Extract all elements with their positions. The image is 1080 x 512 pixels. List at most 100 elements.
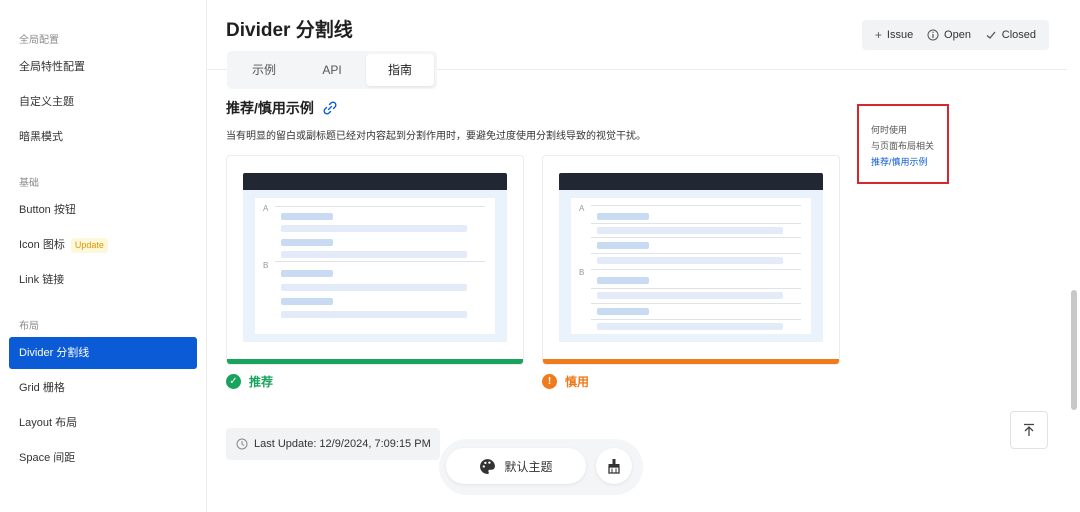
sidebar-group-basic: 基础 — [19, 178, 39, 189]
open-label: Open — [944, 29, 971, 41]
last-update: Last Update: 12/9/2024, 7:09:15 PM — [226, 428, 440, 460]
mock-line — [597, 323, 783, 330]
section-title-text: 推荐/慎用示例 — [226, 100, 314, 116]
issue-button[interactable]: + Issue — [875, 28, 913, 42]
caution-stripe — [543, 359, 839, 364]
mock-divider — [591, 237, 801, 238]
mock-line — [281, 213, 333, 220]
sidebar-item-link[interactable]: Link 链接 — [9, 264, 197, 296]
mock-page-body: A B — [243, 190, 507, 342]
recommend-example-card: A B — [226, 155, 524, 365]
closed-label: Closed — [1001, 29, 1037, 41]
table-of-contents: 何时使用 与页面布局相关 推荐/慎用示例 — [857, 104, 949, 184]
default-theme-button[interactable]: 默认主题 — [446, 448, 586, 484]
open-issues-button[interactable]: Open — [927, 29, 971, 41]
tab-guide[interactable]: 指南 — [366, 54, 434, 86]
issue-bar: + Issue Open Closed — [862, 20, 1049, 50]
mock-content-area: A B — [571, 198, 811, 334]
caution-label: ! 慎用 — [542, 373, 589, 390]
sidebar-item-custom-theme[interactable]: 自定义主题 — [9, 86, 197, 118]
section-letter-a: A — [263, 204, 269, 213]
section-letter-b: B — [579, 268, 585, 277]
check-circle-icon: ✓ — [226, 374, 241, 389]
mock-line — [597, 292, 783, 299]
mock-header-bar — [243, 173, 507, 190]
arrow-up-icon — [1024, 423, 1034, 436]
sidebar-item-label: 暗黑模式 — [19, 131, 63, 143]
sidebar-group-layout: 布局 — [19, 321, 39, 332]
mock-line — [281, 284, 467, 291]
sidebar-item-grid[interactable]: Grid 栅格 — [9, 372, 197, 404]
brush-icon — [608, 459, 620, 474]
sidebar-item-label: Divider 分割线 — [19, 347, 90, 359]
mock-header-bar — [559, 173, 823, 190]
toc-item-recommend-caution[interactable]: 推荐/慎用示例 — [871, 154, 947, 170]
section-title: 推荐/慎用示例 — [226, 98, 338, 118]
mock-line — [597, 213, 649, 220]
theme-brush-button[interactable] — [596, 448, 632, 484]
mock-line — [597, 308, 649, 315]
page-scrollbar[interactable] — [1071, 290, 1077, 410]
tab-bar: 示例 API 指南 — [227, 51, 437, 89]
last-update-text: Last Update: 12/9/2024, 7:09:15 PM — [254, 438, 431, 450]
sidebar-item-label: 全局特性配置 — [19, 61, 85, 73]
warning-circle-icon: ! — [542, 374, 557, 389]
mock-line — [597, 242, 649, 249]
plus-icon: + — [874, 28, 882, 42]
sidebar-item-global-feature[interactable]: 全局特性配置 — [9, 51, 197, 83]
palette-icon — [480, 458, 496, 474]
recommend-label: ✓ 推荐 — [226, 373, 273, 390]
page-title: Divider 分割线 — [226, 20, 353, 41]
mock-line — [597, 257, 783, 264]
mock-divider — [591, 223, 801, 224]
sidebar-item-button[interactable]: Button 按钮 — [9, 194, 197, 226]
section-letter-a: A — [579, 204, 585, 213]
sidebar-item-label: Grid 栅格 — [19, 382, 65, 394]
recommend-label-text: 推荐 — [249, 375, 274, 389]
mock-line — [281, 225, 467, 232]
sidebar-item-label: Button 按钮 — [19, 204, 76, 216]
mock-content-area: A B — [255, 198, 495, 334]
mock-divider — [591, 205, 801, 206]
mock-line — [281, 298, 333, 305]
sidebar-item-dark-mode[interactable]: 暗黑模式 — [9, 121, 197, 153]
mock-divider — [275, 261, 485, 262]
sidebar-item-divider[interactable]: Divider 分割线 — [9, 337, 197, 369]
sidebar-item-label: Link 链接 — [19, 274, 65, 286]
closed-issues-button[interactable]: Closed — [985, 29, 1036, 41]
update-tag: Update — [70, 237, 108, 253]
caution-label-text: 慎用 — [565, 375, 590, 389]
sidebar-item-label: Space 间距 — [19, 452, 76, 464]
mock-divider — [591, 253, 801, 254]
check-icon — [986, 31, 996, 39]
sidebar-group-global: 全局配置 — [19, 35, 59, 46]
sidebar-item-space[interactable]: Space 间距 — [9, 442, 197, 474]
back-to-top-button[interactable] — [1010, 411, 1048, 449]
clock-icon — [236, 438, 248, 450]
mock-divider — [591, 288, 801, 289]
mock-page-body: A B — [559, 190, 823, 342]
tab-examples[interactable]: 示例 — [230, 54, 298, 86]
section-letter-b: B — [263, 261, 269, 270]
theme-switcher: 默认主题 — [439, 439, 643, 495]
mock-line — [281, 270, 333, 277]
sidebar-item-layout[interactable]: Layout 布局 — [9, 407, 197, 439]
mock-line — [281, 311, 467, 318]
sidebar-item-label: Icon 图标 — [19, 239, 65, 251]
mock-divider — [591, 319, 801, 320]
toc-item-when-to-use[interactable]: 何时使用 — [871, 122, 947, 138]
tab-api[interactable]: API — [298, 54, 366, 86]
recommend-stripe — [227, 359, 523, 364]
mock-line — [597, 277, 649, 284]
mock-divider — [591, 303, 801, 304]
mock-divider — [275, 206, 485, 207]
sidebar-item-label: Layout 布局 — [19, 417, 78, 429]
sidebar-item-icon[interactable]: Icon 图标 Update — [9, 229, 197, 261]
default-theme-label: 默认主题 — [504, 459, 553, 474]
issue-label: Issue — [886, 29, 914, 41]
sidebar: 全局配置 全局特性配置 自定义主题 暗黑模式 基础 Button 按钮 Icon… — [0, 0, 207, 512]
toc-item-page-layout[interactable]: 与页面布局相关 — [871, 138, 947, 154]
main-content: Divider 分割线 示例 API 指南 + Issue Open Closed… — [207, 0, 1067, 512]
link-icon[interactable] — [322, 100, 338, 116]
caution-example-card: A B — [542, 155, 840, 365]
